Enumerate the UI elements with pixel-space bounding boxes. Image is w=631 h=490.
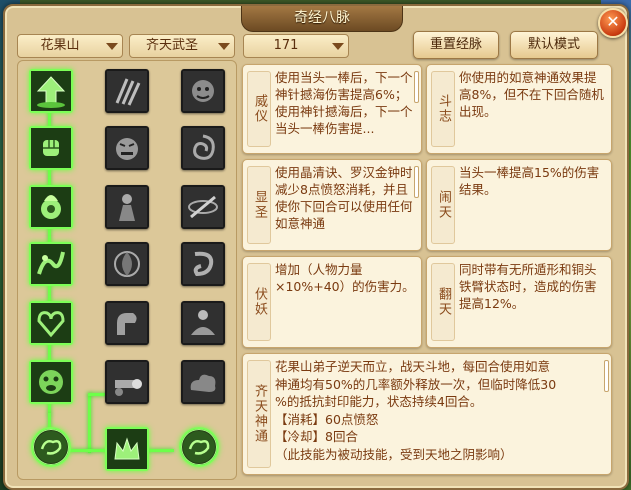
meridian-desc: 使用晶清诀、罗汉金钟时减少8点愤怒消耗，并且使你下回合可以使用任何如意神通	[275, 165, 413, 231]
meridian-card-xiansheng[interactable]: 显圣 使用晶清诀、罗汉金钟时减少8点愤怒消耗，并且使你下回合可以使用任何如意神通	[242, 159, 422, 251]
staff-spin-icon	[183, 187, 223, 227]
meridian-card-naotian[interactable]: 闹天 当头一棒提高15%的伤害结果。	[426, 159, 612, 251]
heart-knot-icon	[31, 303, 71, 343]
meridian-desc: 使用当头一棒后，下一个神针撼海伤害提高6%；使用神针撼海后，下一个当头一棒伤害提…	[275, 70, 413, 136]
skill-node-vortex[interactable]	[105, 242, 149, 286]
close-button[interactable]: ✕	[598, 8, 628, 38]
skill-node-dark-cloud[interactable]	[181, 360, 225, 404]
skill-node-seated-monk[interactable]	[181, 301, 225, 345]
golden-crown-icon	[107, 429, 147, 469]
ultimate-cooldown: 【冷却】8回合	[275, 429, 358, 444]
window-title: 奇经八脉	[241, 6, 403, 32]
dark-cloud-icon	[183, 362, 223, 402]
scrollbar[interactable]	[604, 360, 609, 392]
meridian-window: 奇经八脉 花果山 齐天武圣 171 重置经脉 默认模式 威仪 使用当头一棒后，下…	[3, 4, 629, 490]
skill-node-golden-crown[interactable]	[105, 427, 149, 471]
scrollbar[interactable]	[414, 166, 419, 198]
meridian-name: 伏妖	[247, 263, 271, 341]
school-dropdown-value: 齐天武圣	[145, 38, 198, 53]
meridian-name: 显圣	[247, 166, 271, 244]
skill-node-staff-spin[interactable]	[181, 185, 225, 229]
arrow-up-icon	[31, 71, 71, 111]
meridian-grid	[17, 60, 237, 480]
flex-arm-icon	[107, 303, 147, 343]
scrollbar[interactable]	[414, 71, 419, 103]
monkey-roar-icon	[31, 362, 71, 402]
ultimate-desc-line: %的抵抗封印能力，状态持续4回合。	[275, 394, 483, 409]
cannon-strike-icon	[107, 362, 147, 402]
fist-icon	[31, 128, 71, 168]
meridian-name: 翻天	[431, 263, 455, 341]
skill-node-cloud-seal-right[interactable]	[179, 427, 219, 467]
meridian-desc: 你使用的如意神通效果提高8%，但不在下回合随机出现。	[459, 70, 604, 119]
seated-monk-icon	[183, 303, 223, 343]
meridian-card-fantian[interactable]: 翻天 同时带有无所遁形和铜头铁臂状态时，造成的伤害提高12%。	[426, 256, 612, 348]
skill-node-flex-arm[interactable]	[105, 301, 149, 345]
meridian-card-douzhi[interactable]: 斗志 你使用的如意神通效果提高8%，但不在下回合随机出现。	[426, 64, 612, 154]
skill-node-cannon-strike[interactable]	[105, 360, 149, 404]
skill-node-fist[interactable]	[29, 126, 73, 170]
level-dropdown-value: 171	[273, 38, 299, 53]
meridian-desc: 增加（人物力量×10%+40）的伤害力。	[275, 262, 415, 294]
cloud-seal-right-icon	[183, 431, 215, 463]
level-dropdown[interactable]: 171	[243, 34, 349, 58]
meridian-name: 斗志	[431, 71, 455, 147]
meridian-card-weiyi[interactable]: 威仪 使用当头一棒后，下一个神针撼海伤害提高6%；使用神针撼海后，下一个当头一棒…	[242, 64, 422, 154]
chevron-down-icon	[106, 43, 118, 50]
claw-slash-icon	[107, 71, 147, 111]
skill-node-monkey-roar[interactable]	[29, 360, 73, 404]
skill-node-monkey-face[interactable]	[181, 69, 225, 113]
default-mode-button[interactable]: 默认模式	[510, 31, 598, 59]
skill-node-shadow-figure[interactable]	[105, 185, 149, 229]
flame-head-icon	[31, 187, 71, 227]
reset-meridian-button[interactable]: 重置经脉	[413, 31, 499, 59]
fire-swirl-icon	[31, 244, 71, 284]
sect-dropdown[interactable]: 花果山	[17, 34, 123, 58]
meridian-desc: 同时带有无所遁形和铜头铁臂状态时，造成的伤害提高12%。	[459, 262, 597, 311]
shadow-figure-icon	[107, 187, 147, 227]
ultimate-cost: 【消耗】60点愤怒	[275, 411, 379, 427]
skill-node-flame-head[interactable]	[29, 185, 73, 229]
skill-node-fire-swirl[interactable]	[29, 242, 73, 286]
chevron-down-icon	[218, 43, 230, 50]
monkey-face-icon	[183, 71, 223, 111]
meridian-name: 威仪	[247, 71, 271, 147]
skill-node-arrow-up[interactable]	[29, 69, 73, 113]
skill-node-dragon-coil[interactable]	[181, 242, 225, 286]
ultimate-desc-line: 神通均有50%的几率额外释放一次，但临时降低30	[275, 376, 557, 392]
vortex-icon	[107, 244, 147, 284]
skill-node-cloud-seal-left[interactable]	[31, 427, 71, 467]
spiral-ear-icon	[183, 128, 223, 168]
skill-node-claw-slash[interactable]	[105, 69, 149, 113]
school-dropdown[interactable]: 齐天武圣	[129, 34, 235, 58]
ultimate-name: 齐天神通	[247, 360, 271, 468]
skill-node-heart-knot[interactable]	[29, 301, 73, 345]
cloud-seal-left-icon	[35, 431, 67, 463]
meridian-name: 闹天	[431, 166, 455, 244]
rage-face-icon	[107, 128, 147, 168]
sect-dropdown-value: 花果山	[40, 38, 80, 53]
active-path-branch	[88, 393, 91, 453]
meridian-desc: 当头一棒提高15%的伤害结果。	[459, 165, 600, 197]
chevron-down-icon	[332, 43, 344, 50]
ultimate-desc: 花果山弟子逆天而立，战天斗地，每回合使用如意 神通均有50%的几率额外释放一次，…	[275, 358, 597, 470]
dragon-coil-icon	[183, 244, 223, 284]
ultimate-note: （此技能为被动技能，受到天地之阴影响）	[275, 446, 513, 462]
skill-node-rage-face[interactable]	[105, 126, 149, 170]
meridian-card-fuyao[interactable]: 伏妖 增加（人物力量×10%+40）的伤害力。	[242, 256, 422, 348]
ultimate-skill-card[interactable]: 齐天神通 花果山弟子逆天而立，战天斗地，每回合使用如意 神通均有50%的几率额外…	[242, 353, 612, 475]
skill-node-spiral-ear[interactable]	[181, 126, 225, 170]
ultimate-desc-line: 花果山弟子逆天而立，战天斗地，每回合使用如意	[275, 359, 551, 374]
